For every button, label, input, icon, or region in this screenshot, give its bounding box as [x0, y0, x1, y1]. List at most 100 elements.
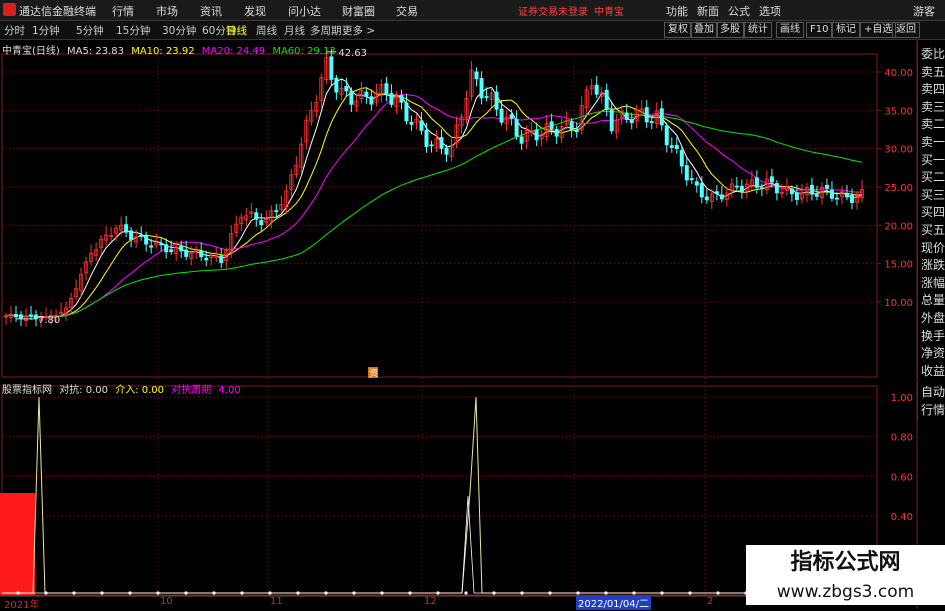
period-more[interactable]: 更多 >	[342, 23, 375, 38]
period-15min[interactable]: 15分钟	[116, 23, 150, 38]
zero-dot	[156, 591, 160, 595]
price-axis-label: 10.00	[884, 298, 913, 309]
ma20-line	[5, 94, 862, 318]
watermark-title: 指标公式网	[746, 545, 945, 581]
orderbook-label-5: 卖一	[920, 135, 945, 149]
candle-down	[439, 137, 444, 149]
candle-down	[644, 107, 649, 123]
orderbook-label-1: 卖五	[920, 64, 945, 79]
guest-label[interactable]: 游客	[913, 3, 935, 19]
candle-down	[699, 183, 704, 198]
menu-item-xuanxiang[interactable]: 选项	[759, 3, 781, 19]
menu-item-shichang[interactable]: 市场	[156, 3, 178, 19]
period-param-value: 4.00	[218, 385, 241, 396]
ma60-label: MA60: 29.13	[272, 46, 336, 57]
candle-down	[364, 91, 369, 97]
back-button[interactable]: 返回	[892, 22, 920, 38]
orderbook-label-12: 涨跌	[920, 258, 945, 273]
zero-dot	[408, 591, 412, 595]
candle-down	[474, 71, 479, 80]
menu-item-gongshi[interactable]: 公式	[728, 3, 750, 19]
candle-down	[574, 129, 579, 133]
kline-chart[interactable]: 40.00 35.00 30.00 25.00 20.00 15.00 10.00 1.00 0…	[0, 40, 945, 609]
menu-item-jiaoyi[interactable]: 交易	[396, 3, 418, 19]
candle-down	[349, 90, 354, 105]
candle-down	[149, 245, 154, 248]
candle-down	[219, 255, 224, 264]
candle-down	[369, 96, 374, 105]
fuquan-button[interactable]: 复权	[664, 22, 692, 38]
candle-down	[399, 95, 404, 103]
candle-down	[419, 120, 424, 131]
candle-down	[484, 96, 489, 98]
date-label-dec: 12	[424, 596, 437, 607]
selected-date: 2022/01/04/二	[576, 595, 652, 610]
period-5min[interactable]: 5分钟	[76, 23, 104, 38]
quote-label[interactable]: 行情	[920, 401, 945, 418]
period-1min[interactable]: 1分钟	[32, 23, 60, 38]
zero-dot	[72, 591, 76, 595]
candle-down	[124, 224, 129, 233]
jieru-line	[2, 496, 875, 594]
indicator-legend: 股票指标网 对抗: 0.00 介入: 0.00 对抗周期 4.00	[2, 381, 245, 396]
candle-down	[494, 91, 499, 110]
candle-down	[814, 194, 819, 197]
ma5-label: MA5: 23.83	[67, 46, 125, 57]
menu-bar: 通达信金融终端 行情 市场 资讯 发现 问小达 财富圈 交易 证券交易未登录 中…	[0, 0, 945, 21]
menu-item-xinmian[interactable]: 新面	[697, 3, 719, 19]
price-axis-label: 40.00	[884, 68, 913, 79]
period-param-label: 对抗周期	[171, 385, 212, 396]
period-fenshi[interactable]: 分时	[4, 23, 25, 38]
app-logo-icon	[3, 3, 16, 16]
duogu-button[interactable]: 多股	[716, 22, 744, 38]
candle-down	[199, 250, 204, 258]
zero-dot	[184, 591, 188, 595]
orderbook-label-16: 换手	[920, 328, 945, 343]
period-week[interactable]: 周线	[256, 23, 277, 38]
candle-down	[604, 89, 609, 110]
indicator-axis-label: 0.40	[891, 512, 913, 523]
login-warning[interactable]: 证券交易未登录	[518, 3, 588, 18]
menu-item-faxian[interactable]: 发现	[244, 3, 266, 19]
candle-down	[534, 129, 539, 141]
zero-dot	[16, 591, 20, 595]
period-30min[interactable]: 30分钟	[162, 23, 196, 38]
zero-dot	[688, 591, 692, 595]
candle-down	[669, 145, 674, 148]
candle-down	[429, 144, 434, 147]
menu-item-caifuquan[interactable]: 财富圈	[342, 3, 375, 19]
diejia-button[interactable]: 叠加	[690, 22, 718, 38]
period-month[interactable]: 月线	[284, 23, 305, 38]
period-multi[interactable]: 多周期	[310, 23, 342, 38]
candle-down	[714, 191, 719, 194]
period-day[interactable]: 日线	[226, 23, 247, 38]
menu-item-zixun[interactable]: 资讯	[200, 3, 222, 19]
candle-down	[734, 185, 739, 188]
biaoji-button[interactable]: 标记	[832, 22, 860, 38]
candle-down	[649, 121, 654, 123]
main-legend: 中青宝(日线) MA5: 23.83 MA10: 23.92 MA20: 24.…	[2, 42, 340, 57]
duikang-value: 对抗: 0.00	[59, 385, 109, 396]
indicator-name[interactable]: 股票指标网	[2, 385, 52, 396]
zero-dot	[100, 591, 104, 595]
add-favorite-button[interactable]: +自选	[860, 22, 897, 38]
huaxian-button[interactable]: 画线	[776, 22, 804, 38]
zero-dot	[324, 591, 328, 595]
menu-item-wenxiaoda[interactable]: 问小达	[288, 3, 321, 19]
orderbook-label-0: 委比	[920, 47, 945, 61]
price-axis-label: 30.00	[884, 145, 913, 156]
zero-dot	[240, 591, 244, 595]
menu-item-gongneng[interactable]: 功能	[666, 3, 688, 19]
info-tag-label: 资	[369, 368, 378, 379]
tongji-button[interactable]: 统计	[744, 22, 772, 38]
auto-label[interactable]: 自动	[920, 383, 945, 400]
candle-down	[139, 234, 144, 237]
candle-down	[689, 178, 694, 181]
indicator-axis-label: 0.60	[891, 472, 913, 483]
candle-down	[519, 136, 524, 144]
candle-down	[789, 188, 794, 195]
menu-item-hangqing[interactable]: 行情	[112, 3, 134, 19]
candle-down	[164, 244, 169, 253]
f10-button[interactable]: F10	[806, 22, 833, 38]
price-axis-label: 15.00	[884, 260, 913, 271]
